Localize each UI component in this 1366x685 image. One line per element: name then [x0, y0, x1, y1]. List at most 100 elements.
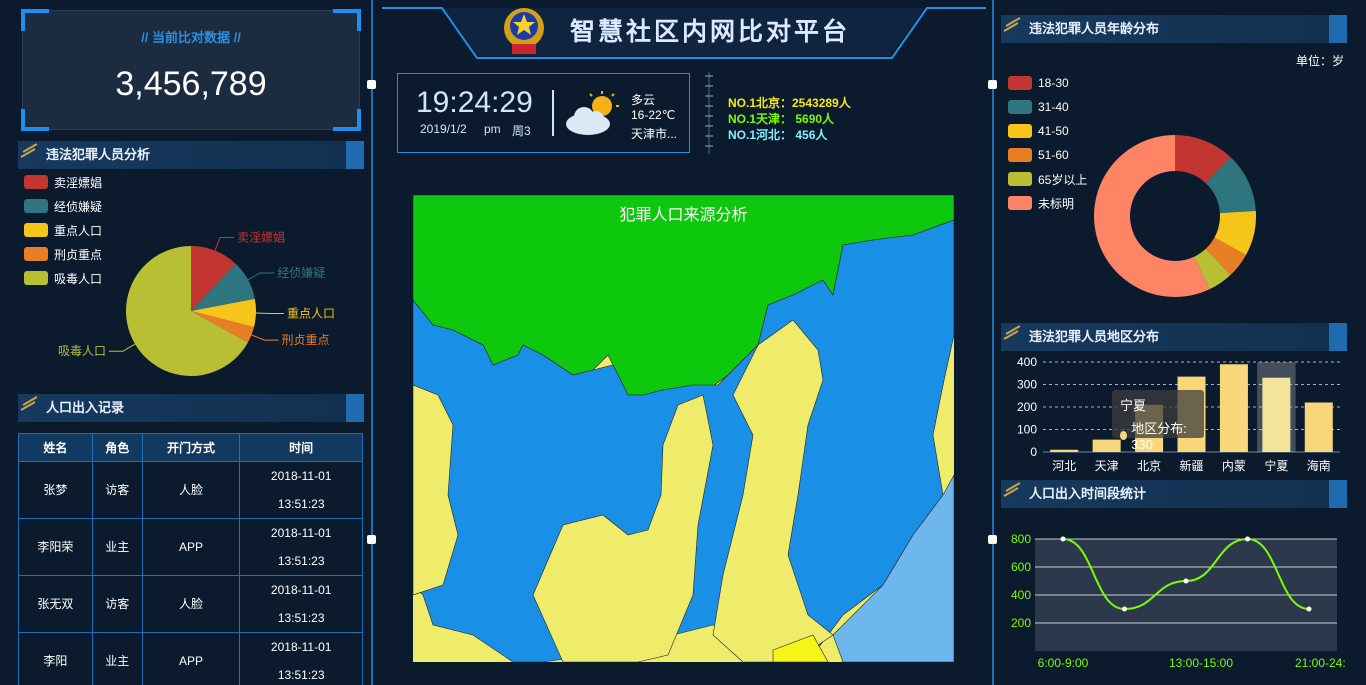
- table-cell: APP: [141, 518, 241, 576]
- table-header[interactable]: 角色: [91, 433, 143, 462]
- clock-weekday: 周3: [512, 124, 531, 138]
- pie-label-line: [251, 334, 279, 341]
- table-cell-time: 2018-11-01 13:51:23: [239, 461, 363, 519]
- legend-swatch: [1008, 148, 1032, 162]
- data-point[interactable]: [1245, 536, 1250, 542]
- time-date: 2018-11-01: [270, 469, 332, 483]
- x-tick-label: 6:00-9:00: [1038, 656, 1089, 670]
- table-row[interactable]: 张梦 访客 人脸 2018-11-01 13:51:23: [18, 461, 363, 519]
- data-point[interactable]: [1060, 536, 1066, 542]
- data-point[interactable]: [1306, 606, 1312, 612]
- clock-time: 19:24:29: [416, 86, 533, 119]
- table-cell: 李阳荣: [18, 518, 93, 576]
- x-tick-label: 海南: [1307, 458, 1331, 473]
- weather-city: 天津市...: [631, 127, 678, 141]
- bar[interactable]: [1304, 402, 1333, 453]
- legend-swatch: [1008, 196, 1032, 210]
- pie-label: 刑贞重点: [281, 333, 329, 347]
- y-tick-label: 0: [1030, 445, 1037, 459]
- legend-label: 65岁以上: [1038, 172, 1088, 187]
- clock-ampm: pm: [484, 122, 501, 136]
- legend-swatch: [1008, 100, 1032, 114]
- data-point[interactable]: [1122, 606, 1127, 612]
- bar[interactable]: [1050, 449, 1079, 452]
- x-tick-label: 13:00-15:00: [1169, 656, 1233, 670]
- y-tick-label: 200: [1011, 616, 1031, 630]
- age-legend-item[interactable]: 65岁以上: [1008, 167, 1087, 191]
- right-divider: [992, 0, 994, 685]
- table-header[interactable]: 开门方式: [141, 433, 241, 462]
- counter-box: // 当前比对数据 // 3,456,789: [21, 9, 361, 131]
- legend-label: 31-40: [1038, 100, 1069, 114]
- timeseg-title-bar: 人口出入时间段统计: [1001, 480, 1347, 508]
- crime-pie-chart: 卖淫嫖娼经侦嫌疑重点人口刑贞重点吸毒人口: [58, 231, 335, 376]
- police-emblem-icon: [504, 8, 544, 54]
- table-cell: 张无双: [18, 575, 93, 633]
- age-legend-item[interactable]: 未标明: [1008, 191, 1087, 215]
- y-tick-label: 300: [1017, 378, 1037, 392]
- legend-label: 经侦嫌疑: [54, 199, 103, 214]
- time-clock: 13:51:23: [277, 554, 325, 568]
- page-title: 智慧社区内网比对平台: [570, 18, 851, 46]
- age-donut-chart: [1094, 135, 1256, 297]
- age-legend-item[interactable]: 41-50: [1008, 119, 1087, 143]
- ranking-item: NO.1河北： 456人: [728, 128, 828, 142]
- time-date: 2018-11-01: [270, 583, 332, 597]
- pie-label-line: [109, 343, 136, 352]
- age-title-bar: 违法犯罪人员年龄分布: [1001, 15, 1347, 43]
- table-header[interactable]: 时间: [239, 433, 363, 462]
- table-cell-time: 2018-11-01 13:51:23: [239, 632, 363, 685]
- time-clock: 13:51:23: [277, 668, 325, 682]
- partly-cloudy-icon: [566, 91, 619, 135]
- crime-analysis-title-bar: 违法犯罪人员分析: [18, 141, 364, 169]
- age-title: 违法犯罪人员年龄分布: [1029, 21, 1160, 36]
- left-divider: [371, 0, 373, 685]
- timeseg-title: 人口出入时间段统计: [1029, 486, 1147, 501]
- pie-label: 重点人口: [287, 306, 335, 320]
- region-title: 违法犯罪人员地区分布: [1029, 329, 1160, 344]
- legend-swatch: [24, 175, 48, 189]
- crime_analysis-legend-item[interactable]: 卖淫嫖娼: [24, 170, 102, 194]
- table-row[interactable]: 李阳 业主 APP 2018-11-01 13:51:23: [18, 632, 363, 685]
- legend-swatch: [24, 199, 48, 213]
- crime_analysis-legend-item[interactable]: 经侦嫌疑: [24, 194, 102, 218]
- map-regions: [413, 195, 954, 662]
- ranking-item: NO.1天津： 5690人: [728, 112, 835, 126]
- x-tick-label: 北京: [1137, 459, 1161, 473]
- legend-swatch: [1008, 124, 1032, 138]
- x-tick-label: 河北: [1052, 459, 1076, 473]
- table-header[interactable]: 姓名: [18, 433, 93, 462]
- timeseg-line-chart: 200 400 600 800 6:00-9:00 13:00-15:00 21:00-24…: [1011, 532, 1345, 670]
- table-cell: 业主: [91, 518, 143, 576]
- legend-label: 18-30: [1038, 76, 1069, 90]
- map-title: 犯罪人口来源分析: [619, 207, 748, 224]
- bar[interactable]: [1219, 364, 1248, 452]
- age-legend-item[interactable]: 31-40: [1008, 95, 1087, 119]
- table-cell: 李阳: [18, 632, 93, 685]
- legend-label: 41-50: [1038, 124, 1069, 138]
- x-tick-label: 天津: [1095, 459, 1119, 473]
- data-point[interactable]: [1183, 578, 1189, 584]
- table-row[interactable]: 李阳荣 业主 APP 2018-11-01 13:51:23: [18, 518, 363, 576]
- y-tick-label: 200: [1017, 400, 1037, 414]
- table-row[interactable]: 张无双 访客 人脸 2018-11-01 13:51:23: [18, 575, 363, 633]
- divider-node: [367, 535, 376, 544]
- table-cell: 张梦: [18, 461, 93, 519]
- age-legend: 18-30 31-40 41-50 51-60 65岁以上未标明: [1008, 71, 1087, 215]
- x-tick-label: 宁夏: [1264, 458, 1288, 473]
- divider-node: [988, 80, 997, 89]
- crime-source-map[interactable]: 犯罪人口来源分析: [413, 195, 954, 662]
- age-legend-item[interactable]: 51-60: [1008, 143, 1087, 167]
- bar[interactable]: [1092, 439, 1121, 452]
- table-cell: 访客: [91, 575, 143, 633]
- time-clock: 13:51:23: [277, 497, 325, 511]
- counter-label: // 当前比对数据 //: [141, 30, 241, 45]
- bar[interactable]: [1262, 377, 1291, 452]
- counter-value: 3,456,789: [115, 65, 267, 103]
- legend-swatch: [1008, 76, 1032, 90]
- region-title-bar: 违法犯罪人员地区分布: [1001, 323, 1347, 351]
- table-cell-time: 2018-11-01 13:51:23: [239, 518, 363, 576]
- access-title: 人口出入记录: [46, 400, 125, 415]
- age-legend-item[interactable]: 18-30: [1008, 71, 1087, 95]
- scale-ruler: [705, 72, 713, 154]
